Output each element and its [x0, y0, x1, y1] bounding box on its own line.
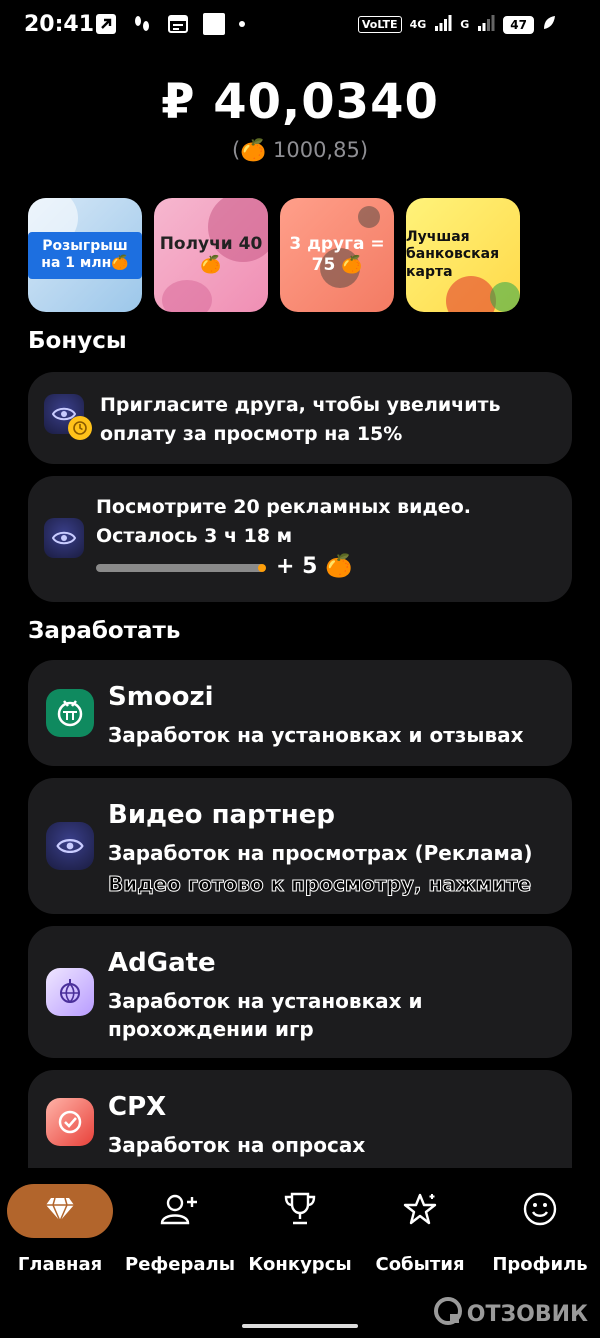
- leaf-icon: [542, 15, 556, 34]
- home-indicator[interactable]: [242, 1324, 358, 1328]
- nav-label: Главная: [17, 1254, 103, 1275]
- nav-events[interactable]: События: [360, 1184, 480, 1275]
- earn-item-smoozi[interactable]: Smoozi Заработок на установках и отзывах: [28, 660, 572, 766]
- videos-bonus-text: Посмотрите 20 рекламных видео. Осталось …: [96, 496, 471, 547]
- earn-item-cpx[interactable]: CPX Заработок на опросах: [28, 1070, 572, 1168]
- diamond-icon: [45, 1196, 75, 1226]
- story-label: 3 друга = 75 🍊: [289, 233, 385, 275]
- invite-bonus-text: Пригласите друга, чтобы увеличить оплату…: [100, 394, 501, 445]
- calendar-icon: [166, 12, 190, 36]
- earn-item-adgate[interactable]: AdGate Заработок на установках и прохожд…: [28, 926, 572, 1058]
- story-giveaway[interactable]: Розыгрыш на 1 млн🍊: [28, 198, 142, 312]
- story-label: Получи 40 🍊: [159, 233, 263, 275]
- earn-item-subtitle: Заработок на опросах: [108, 1133, 366, 1157]
- check-icon: [46, 1098, 94, 1146]
- nav-label: Рефералы: [125, 1254, 235, 1275]
- stories-row: Розыгрыш на 1 млн🍊 Получи 40 🍊 3 друга =…: [28, 198, 520, 312]
- net1-label: 4G: [409, 18, 427, 31]
- videos-bonus-card[interactable]: Посмотрите 20 рекламных видео. Осталось …: [28, 476, 572, 602]
- nav-label: Конкурсы: [248, 1254, 352, 1275]
- status-time: 20:41: [24, 12, 95, 37]
- battery-indicator: 47: [503, 15, 534, 34]
- signal1-icon: [434, 14, 452, 35]
- nav-home[interactable]: Главная: [0, 1184, 120, 1275]
- signal2-icon: [477, 14, 495, 35]
- earn-item-title: AdGate: [108, 948, 216, 978]
- watermark: ОТЗОВИК: [433, 1296, 588, 1332]
- balance-secondary: (🍊 1000,85): [231, 138, 369, 162]
- earn-item-subtitle: Заработок на установках и отзывах: [108, 723, 524, 747]
- story-label: Розыгрыш на 1 млн🍊: [28, 231, 142, 279]
- story-get-40[interactable]: Получи 40 🍊: [154, 198, 268, 312]
- nav-label: Профиль: [492, 1254, 588, 1275]
- watermark-text: ОТЗОВИК: [466, 1301, 588, 1327]
- nav-referrals[interactable]: Рефералы: [120, 1184, 240, 1275]
- eye-icon: [46, 822, 94, 870]
- watermark-icon: [433, 1296, 463, 1332]
- balance-main: ₽ 40,0340: [161, 74, 439, 130]
- story-3-friends[interactable]: 3 друга = 75 🍊: [280, 198, 394, 312]
- earn-item-title: Smoozi: [108, 682, 214, 712]
- earn-item-subtitle: Заработок на просмотрах (Реклама): [108, 841, 533, 865]
- globe-icon: [46, 968, 94, 1016]
- bonuses-title: Бонусы: [28, 328, 127, 354]
- nav-contests[interactable]: Конкурсы: [240, 1184, 360, 1275]
- net2-label: G: [460, 18, 470, 31]
- invite-bonus-card[interactable]: Пригласите друга, чтобы увеличить оплату…: [28, 372, 572, 464]
- earn-item-title: Видео партнер: [108, 800, 335, 830]
- earn-title: Заработать: [28, 618, 181, 644]
- arrow-icon: [94, 12, 118, 36]
- square-icon: [202, 12, 226, 36]
- nav-label: События: [375, 1254, 465, 1275]
- volte-badge: VoLTE: [357, 16, 402, 33]
- earn-item-subtitle: Заработок на установках и прохождении иг…: [108, 989, 423, 1041]
- videos-reward: + 5 🍊: [276, 554, 353, 579]
- steps-icon: [130, 12, 154, 36]
- earn-item-note: Видео готово к просмотру, нажмите: [107, 872, 532, 897]
- earn-item-video-partner[interactable]: Видео партнер Заработок на просмотрах (Р…: [28, 778, 572, 914]
- add-user-icon: [160, 1193, 200, 1229]
- trophy-icon: [284, 1192, 316, 1230]
- clock-icon: [68, 416, 92, 440]
- smoozi-icon: [46, 689, 94, 737]
- star-icon: [402, 1192, 438, 1230]
- earn-item-title: CPX: [108, 1092, 167, 1122]
- eye-icon: [44, 518, 84, 558]
- nav-profile[interactable]: Профиль: [480, 1184, 600, 1275]
- story-label: Лучшая банковская карта: [406, 228, 500, 280]
- story-bank-card[interactable]: Лучшая банковская карта: [406, 198, 520, 312]
- videos-progress-bar: [96, 564, 266, 572]
- dot-icon: [238, 12, 246, 36]
- smile-icon: [523, 1192, 557, 1230]
- status-bar: 20:41 VoLTE 4G G 47: [0, 0, 600, 52]
